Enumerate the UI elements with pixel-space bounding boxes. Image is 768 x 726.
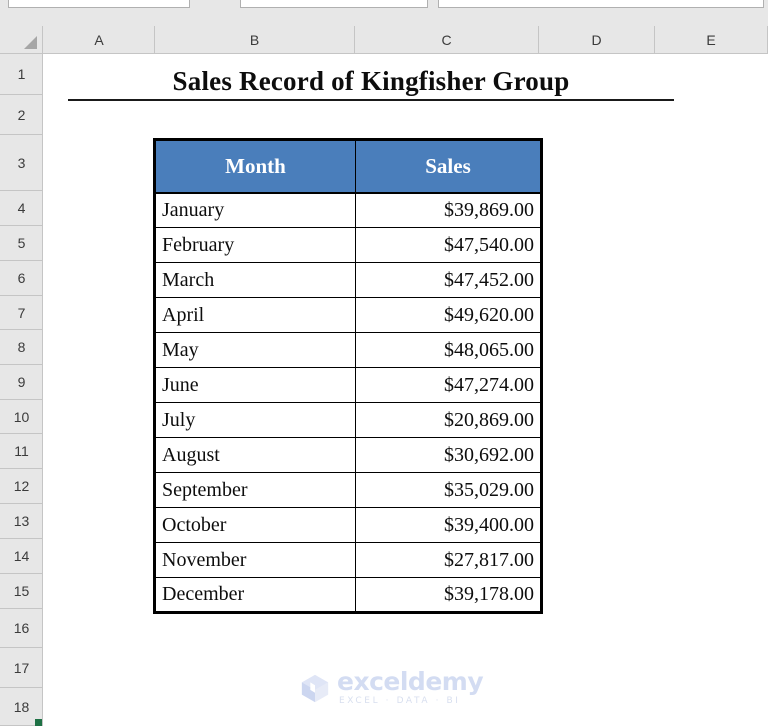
row-header-6[interactable]: 6: [0, 261, 43, 296]
table-row: July $20,869.00: [154, 402, 542, 438]
exceldemy-watermark: exceldemy EXCEL · DATA · BI: [300, 667, 484, 706]
sheet-corner-marker: [35, 719, 42, 726]
cell-sales[interactable]: $39,400.00: [355, 507, 542, 543]
sales-data-table[interactable]: Month Sales January $39,869.00 February $47…: [153, 138, 543, 614]
cell-month[interactable]: February: [154, 227, 356, 263]
select-all-triangle-icon: [24, 36, 37, 49]
cell-month[interactable]: October: [154, 507, 356, 543]
cell-month[interactable]: September: [154, 472, 356, 508]
row-header-column: 1 2 3 4 5 6 7 8 9 10 11 12 13 14 15 16 17 18: [0, 54, 43, 726]
cell-sales[interactable]: $47,540.00: [355, 227, 542, 263]
table-row: April $49,620.00: [154, 297, 542, 333]
exceldemy-cube-logo-icon: [301, 674, 329, 702]
column-header-a[interactable]: A: [44, 26, 155, 53]
table-row: October $39,400.00: [154, 507, 542, 543]
formula-bar[interactable]: [438, 0, 764, 8]
row-header-5[interactable]: 5: [0, 226, 43, 261]
row-header-16[interactable]: 16: [0, 609, 43, 648]
table-row: June $47,274.00: [154, 367, 542, 403]
cell-month[interactable]: January: [154, 192, 356, 228]
name-box[interactable]: [8, 0, 190, 8]
column-header-c[interactable]: C: [355, 26, 539, 53]
table-header-row: Month Sales: [154, 139, 542, 194]
cell-month[interactable]: March: [154, 262, 356, 298]
row-header-12[interactable]: 12: [0, 469, 43, 504]
row-header-1[interactable]: 1: [0, 54, 43, 95]
table-row: February $47,540.00: [154, 227, 542, 263]
column-header-sales[interactable]: Sales: [355, 139, 542, 194]
cell-month[interactable]: May: [154, 332, 356, 368]
sheet-title: Sales Record of Kingfisher Group: [68, 63, 674, 101]
worksheet-canvas[interactable]: Sales Record of Kingfisher Group Month S…: [44, 54, 768, 726]
column-header-e[interactable]: E: [655, 26, 768, 53]
column-header-band: ABCDE: [0, 26, 768, 54]
cell-sales[interactable]: $39,869.00: [355, 192, 542, 228]
cell-month[interactable]: November: [154, 542, 356, 578]
column-header-d[interactable]: D: [539, 26, 655, 53]
table-row: December $39,178.00: [154, 577, 542, 613]
cell-sales[interactable]: $47,452.00: [355, 262, 542, 298]
cell-sales[interactable]: $47,274.00: [355, 367, 542, 403]
watermark-tagline: EXCEL · DATA · BI: [339, 696, 461, 706]
row-header-10[interactable]: 10: [0, 400, 43, 434]
table-row: August $30,692.00: [154, 437, 542, 473]
table-row: September $35,029.00: [154, 472, 542, 508]
toolbar-strip: [0, 0, 768, 26]
cell-month[interactable]: July: [154, 402, 356, 438]
row-header-11[interactable]: 11: [0, 434, 43, 469]
row-header-8[interactable]: 8: [0, 330, 43, 365]
row-header-13[interactable]: 13: [0, 504, 43, 539]
insert-function-box[interactable]: [240, 0, 428, 8]
cell-sales[interactable]: $35,029.00: [355, 472, 542, 508]
row-header-9[interactable]: 9: [0, 365, 43, 400]
row-header-2[interactable]: 2: [0, 95, 43, 135]
row-header-17[interactable]: 17: [0, 648, 43, 688]
column-header-b[interactable]: B: [155, 26, 355, 53]
cell-sales[interactable]: $49,620.00: [355, 297, 542, 333]
row-header-3[interactable]: 3: [0, 135, 43, 191]
cell-sales[interactable]: $20,869.00: [355, 402, 542, 438]
column-header-month[interactable]: Month: [154, 139, 356, 194]
row-header-14[interactable]: 14: [0, 539, 43, 574]
cell-sales[interactable]: $48,065.00: [355, 332, 542, 368]
cell-month[interactable]: April: [154, 297, 356, 333]
cell-sales[interactable]: $30,692.00: [355, 437, 542, 473]
table-row: May $48,065.00: [154, 332, 542, 368]
table-body: January $39,869.00 February $47,540.00 March…: [154, 192, 542, 613]
cell-sales[interactable]: $27,817.00: [355, 542, 542, 578]
cell-month[interactable]: August: [154, 437, 356, 473]
cell-month[interactable]: December: [154, 577, 356, 613]
select-all-corner-button[interactable]: [0, 26, 43, 53]
watermark-brand-name: exceldemy: [337, 667, 484, 696]
row-header-15[interactable]: 15: [0, 574, 43, 609]
table-row: November $27,817.00: [154, 542, 542, 578]
row-header-7[interactable]: 7: [0, 296, 43, 330]
row-header-4[interactable]: 4: [0, 191, 43, 226]
cell-sales[interactable]: $39,178.00: [355, 577, 542, 613]
table-row: March $47,452.00: [154, 262, 542, 298]
table-row: January $39,869.00: [154, 192, 542, 228]
cell-month[interactable]: June: [154, 367, 356, 403]
